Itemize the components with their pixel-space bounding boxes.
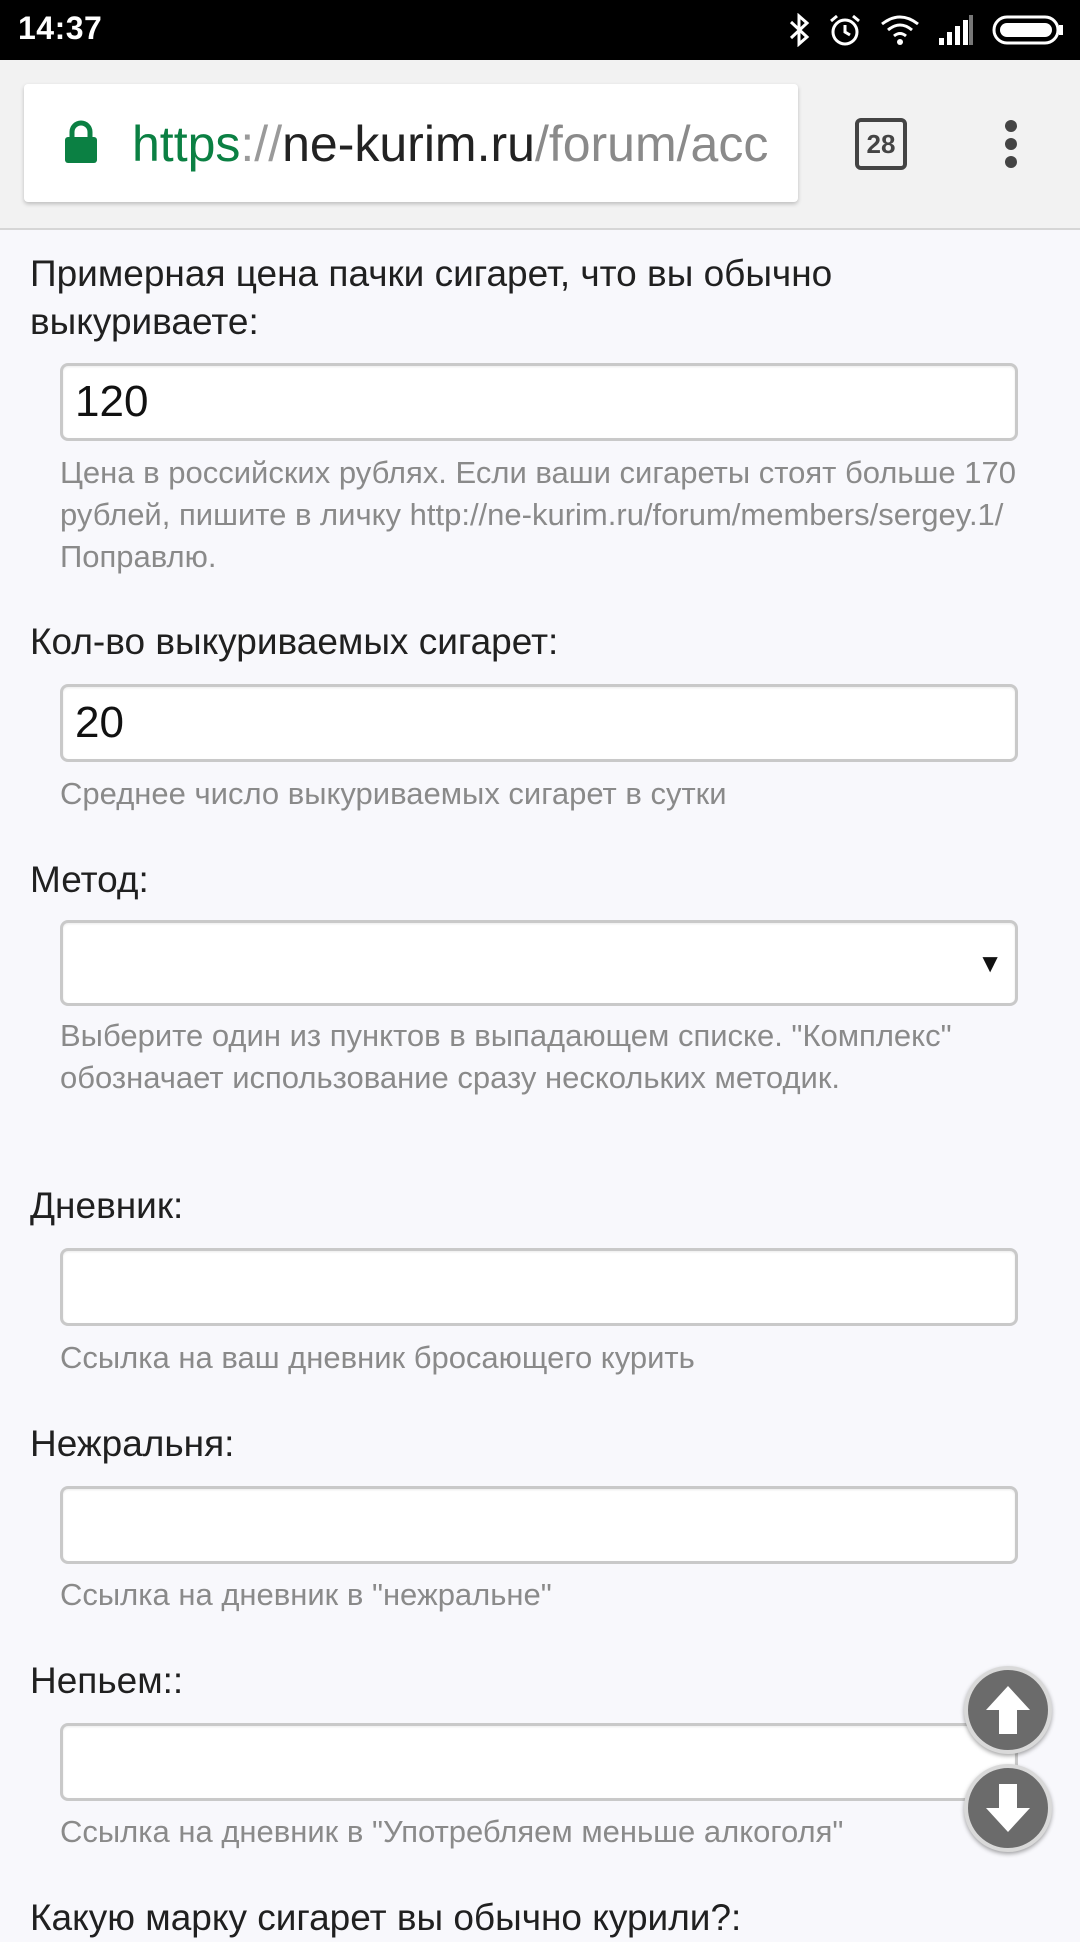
nezhralnya-hint: Ссылка на дневник в "нежральне" [60,1577,552,1612]
status-time: 14:37 [18,10,103,46]
battery-icon [992,15,1063,45]
price-input[interactable]: 120 [60,363,1018,441]
method-select[interactable]: ▼ [60,920,1018,1006]
nepyem-hint: Ссылка на дневник в "Употребляем меньше … [60,1814,844,1849]
price-hint: Цена в российских рублях. Если ваши сига… [60,455,1016,574]
arrow-down-icon [986,1784,1030,1832]
nezhralnya-input[interactable] [60,1486,1018,1564]
nepyem-label: Непьем:: [30,1660,184,1701]
scroll-down-button[interactable] [964,1764,1052,1852]
wifi-icon [881,15,919,45]
url-host: ne-kurim.ru [282,116,535,172]
alarm-icon [830,14,860,46]
browser-toolbar: https://ne-kurim.ru/forum/acc 28 [0,60,1080,230]
scroll-up-button[interactable] [964,1666,1052,1754]
address-bar[interactable]: https://ne-kurim.ru/forum/acc [24,84,798,202]
method-label: Метод: [30,859,149,900]
url-text[interactable]: https://ne-kurim.ru/forum/acc [132,114,768,174]
status-bar: 14:37 [0,0,1080,60]
nezhralnya-label: Нежральня: [30,1423,235,1464]
tab-count: 28 [866,128,896,159]
diary-label: Дневник: [30,1185,184,1226]
more-menu-icon[interactable] [1000,118,1022,170]
lock-icon [65,120,97,163]
url-separator: :// [240,116,283,172]
price-label: Примерная цена пачки сигарет, что вы обы… [30,253,833,342]
arrow-up-icon [986,1686,1030,1734]
status-icons [788,8,1064,52]
brand-label: Какую марку сигарет вы обычно курили?: [30,1897,742,1938]
count-input[interactable]: 20 [60,684,1018,762]
signal-icon [939,15,973,45]
chevron-down-icon: ▼ [977,948,1003,978]
url-scheme: https [132,116,241,172]
diary-hint: Ссылка на ваш дневник бросающего курить [60,1340,695,1375]
nepyem-input[interactable] [60,1723,1018,1801]
diary-input[interactable] [60,1248,1018,1326]
count-label: Кол-во выкуриваемых сигарет: [30,621,559,662]
count-hint: Среднее число выкуриваемых сигарет в сут… [60,776,727,811]
method-hint: Выберите один из пунктов в выпадающем сп… [60,1018,952,1095]
url-path: /forum/acc [534,116,769,172]
tab-switcher-button[interactable]: 28 [855,118,907,170]
bluetooth-icon [789,13,810,47]
